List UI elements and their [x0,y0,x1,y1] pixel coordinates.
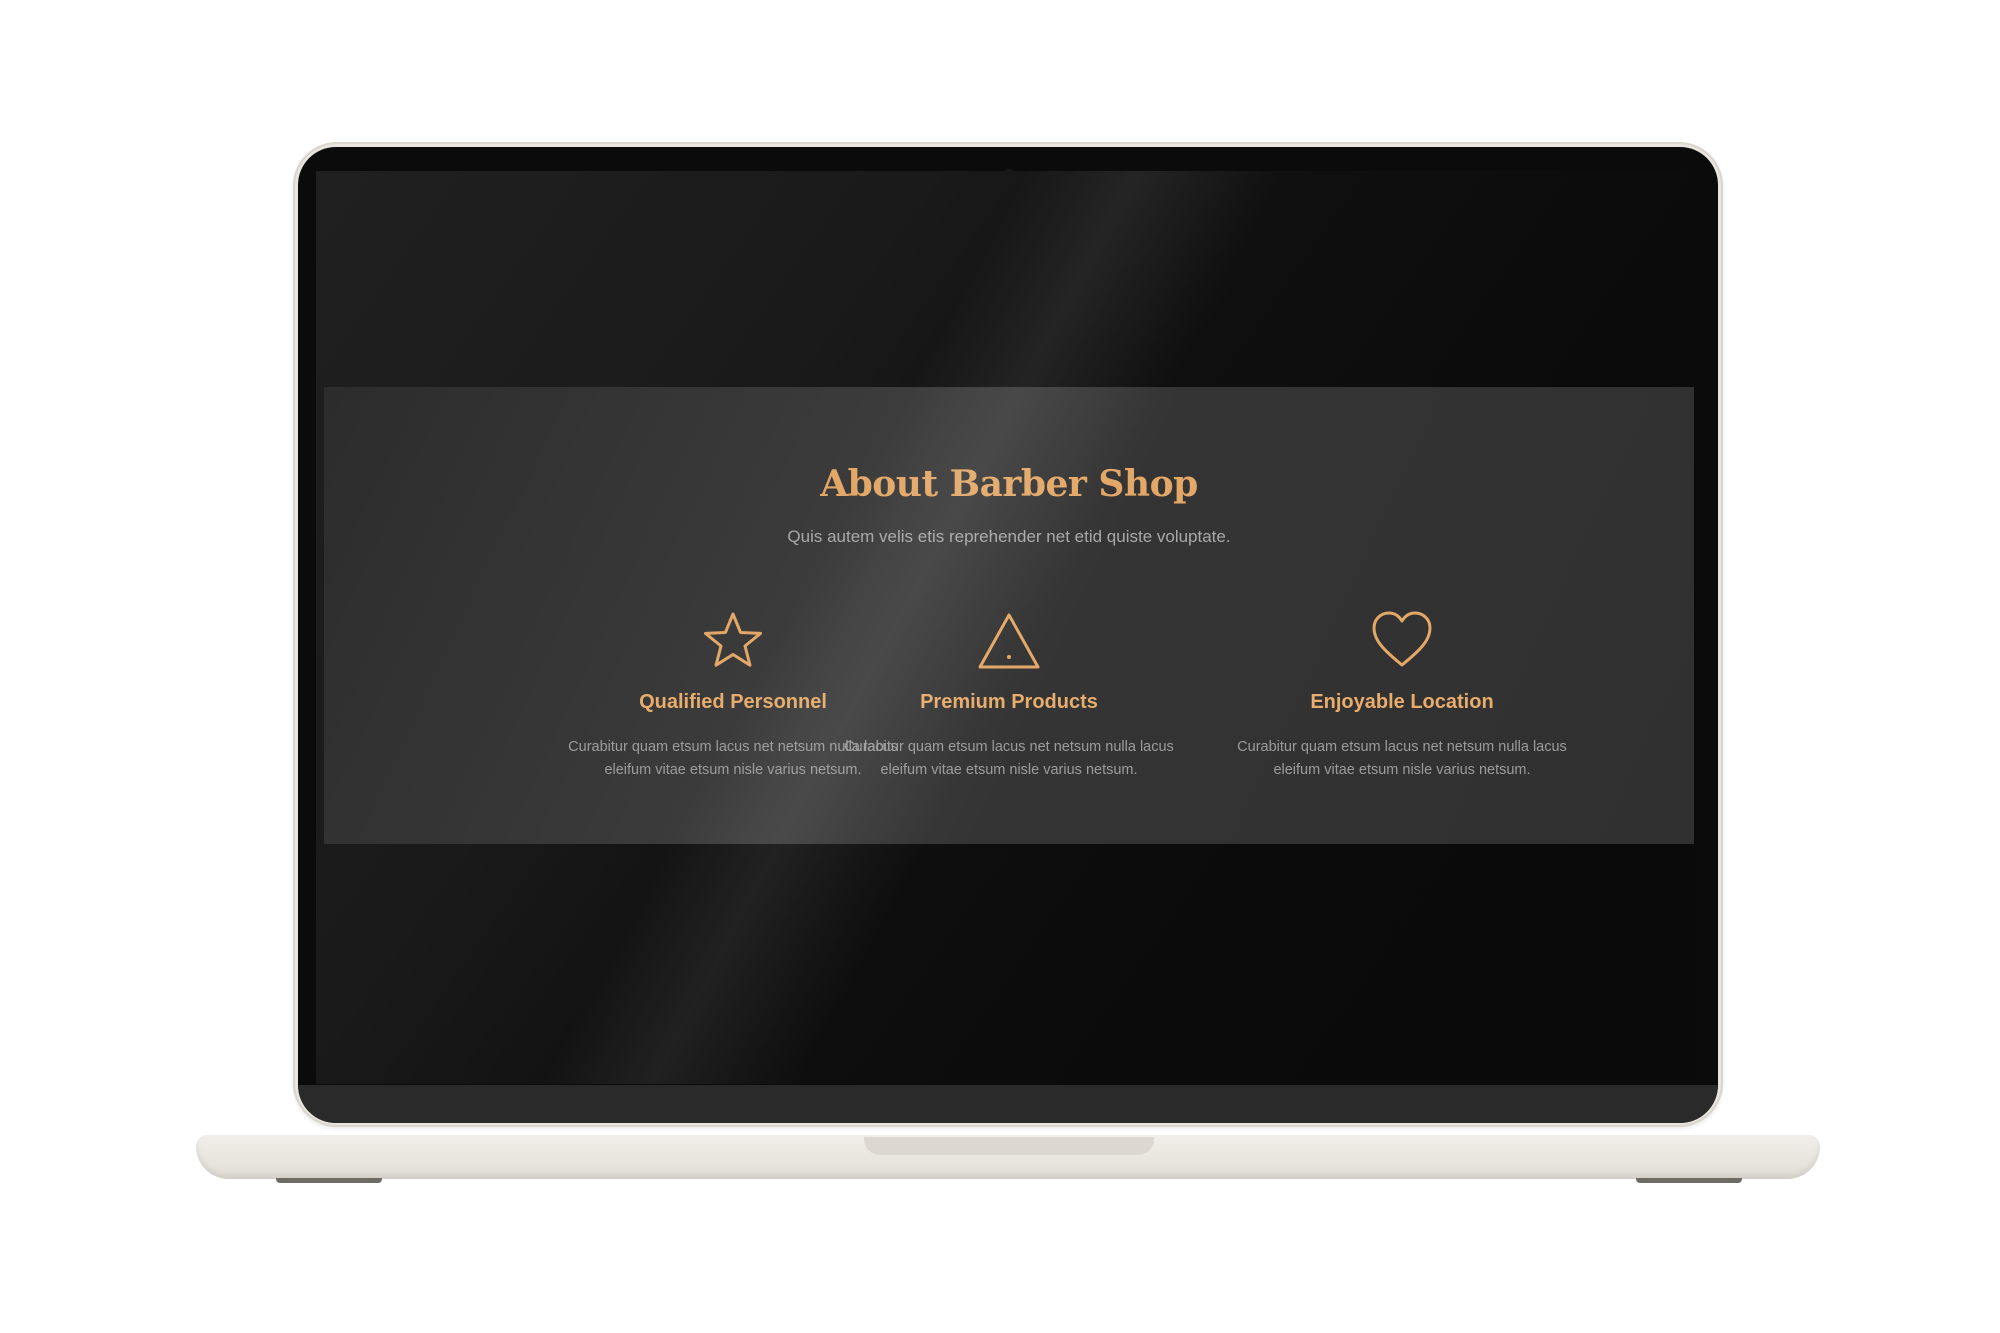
heart-icon [1369,607,1435,673]
feature-title: Enjoyable Location [1310,691,1494,713]
feature-enjoyable-location: Enjoyable Location Curabitur quam etsum … [1207,607,1597,782]
laptop-foot-right [1636,1178,1742,1183]
triangle-icon [976,607,1042,673]
laptop-foot-left [276,1178,382,1183]
star-icon [700,607,766,673]
feature-title: Premium Products [920,691,1098,713]
feature-premium-products: Premium Products Curabitur quam etsum la… [814,607,1204,782]
trackpad-notch [864,1137,1154,1155]
about-section: About Barber Shop Quis autem velis etis … [324,387,1694,844]
about-subtitle: Quis autem velis etis reprehender net et… [787,527,1231,546]
feature-description: Curabitur quam etsum lacus net netsum nu… [844,739,1174,778]
feature-description: Curabitur quam etsum lacus net netsum nu… [1237,739,1567,778]
about-title: About Barber Shop [820,463,1198,505]
screen-bottom-bar [298,1085,1718,1123]
